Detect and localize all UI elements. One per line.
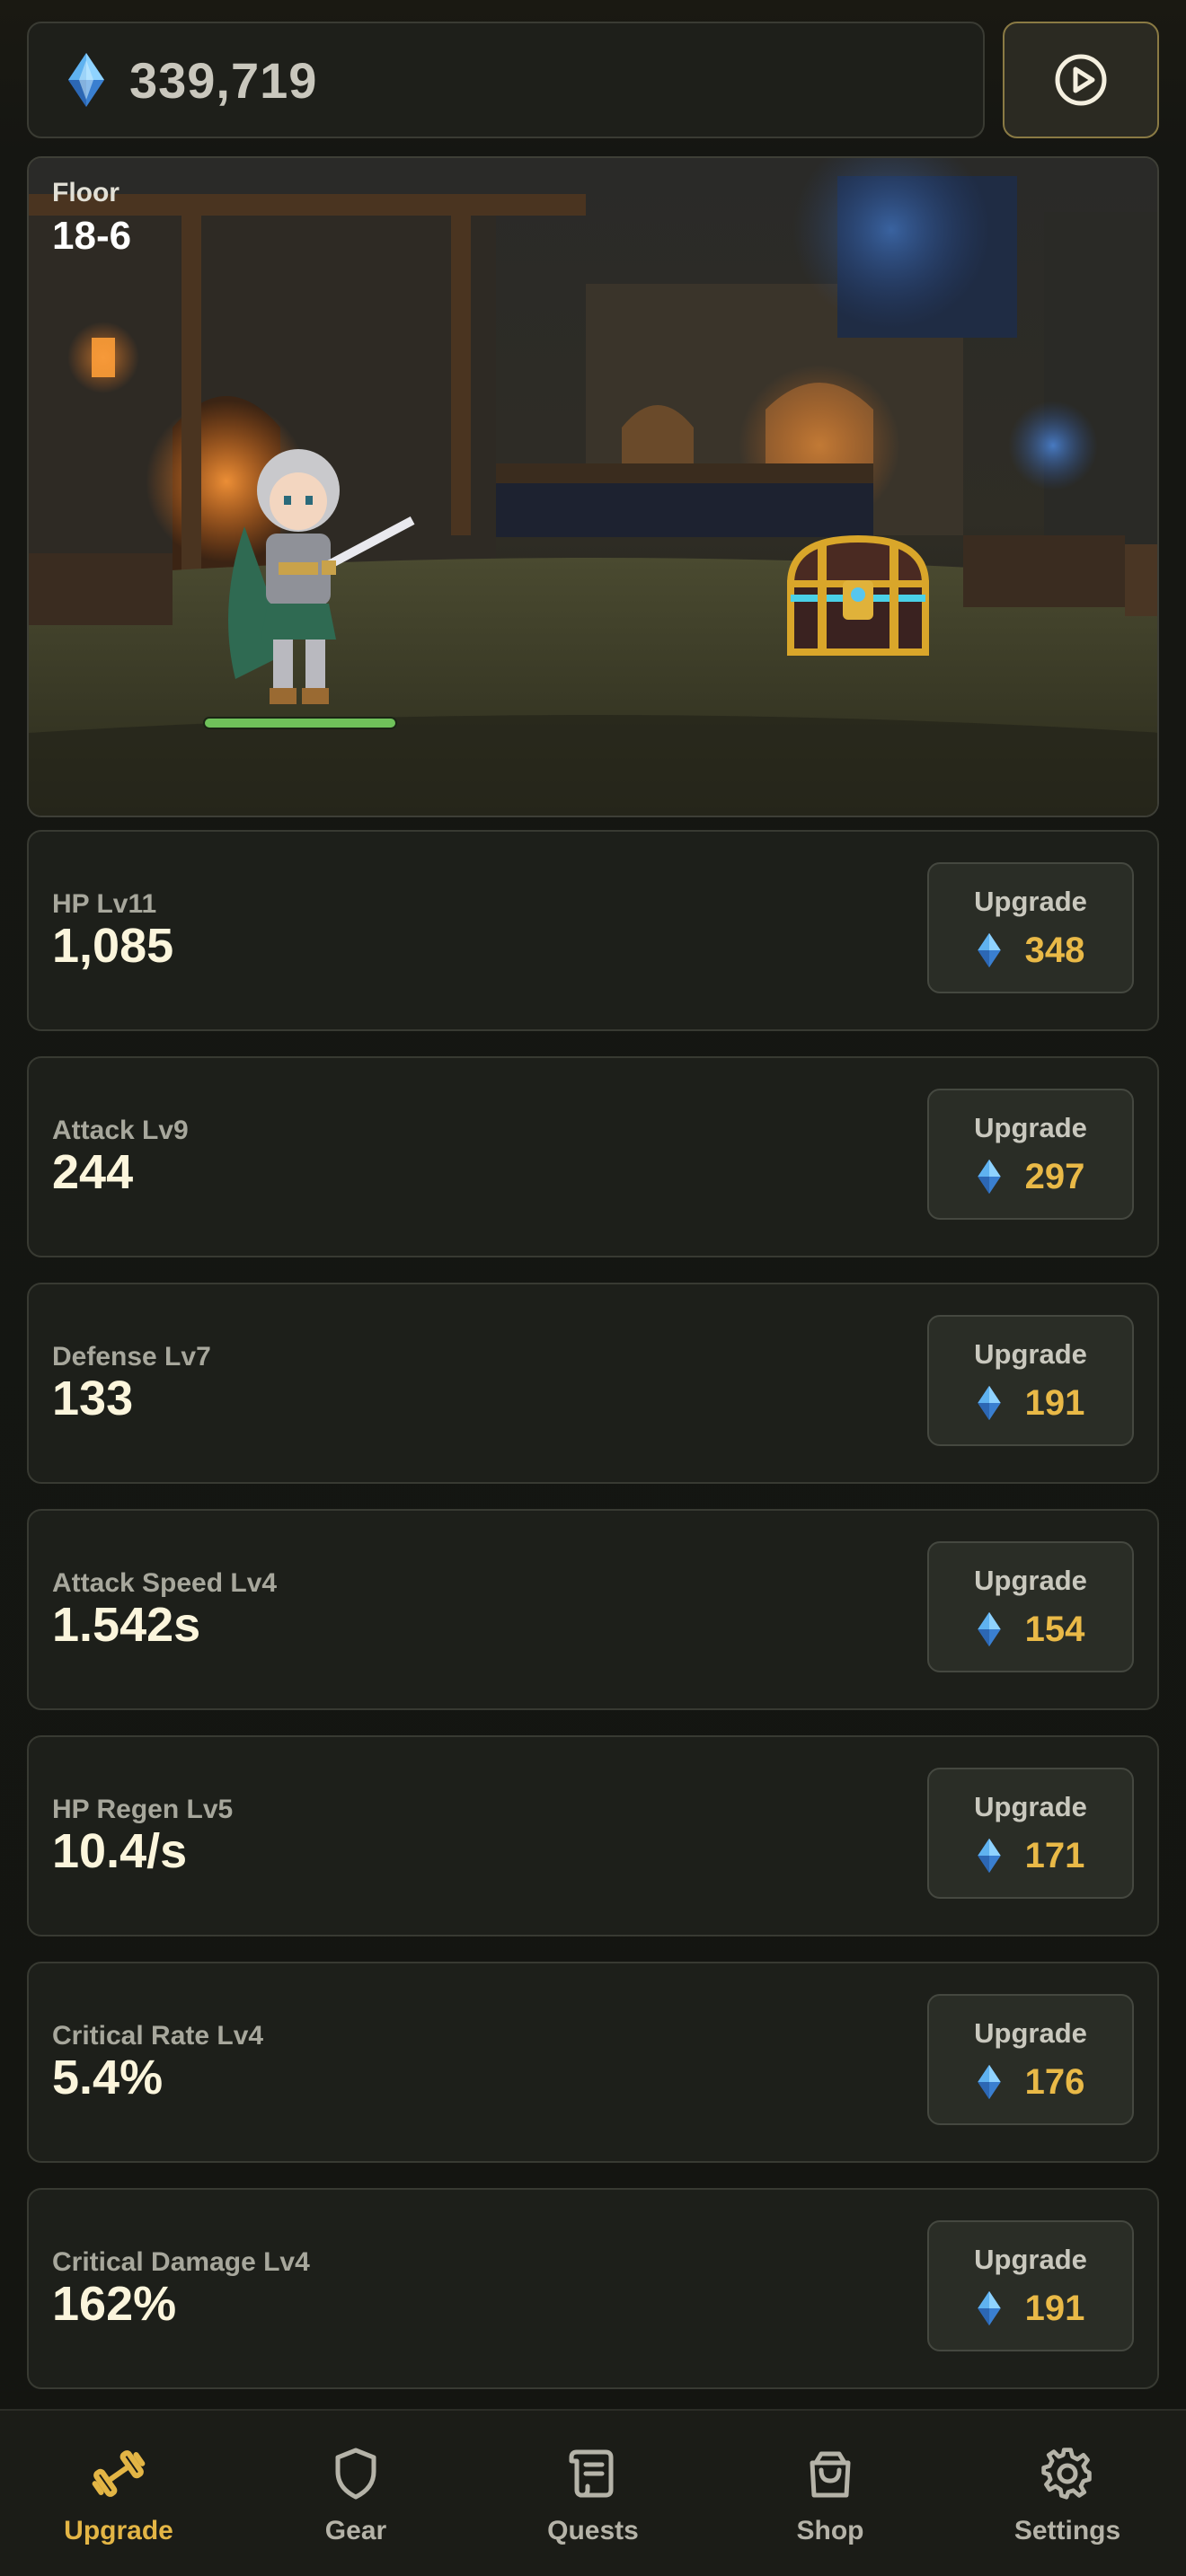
upgrade-cost-value: 348 <box>1024 930 1085 970</box>
stat-name: HP Regen Lv5 <box>52 1795 234 1824</box>
upgrade-button-label: Upgrade <box>974 1111 1087 1143</box>
floor-label: Floor <box>52 178 119 207</box>
currency-amount: 339,719 <box>129 51 318 109</box>
upgrade-button-label: Upgrade <box>974 1790 1087 1822</box>
game-screen: 339,719 Floor 18-6 HP Lv11 1,085 Upgrade… <box>0 0 1186 2576</box>
treasure-chest <box>787 534 929 656</box>
nav-item-settings[interactable]: Settings <box>949 2411 1186 2576</box>
currency-display: 339,719 <box>27 22 985 138</box>
upgrade-list: HP Lv11 1,085 Upgrade 348 Attack Lv9 244… <box>27 830 1159 2414</box>
nav-item-label: Upgrade <box>64 2516 173 2545</box>
upgrade-button[interactable]: Upgrade 154 <box>927 1541 1134 1672</box>
hero-character <box>228 449 415 704</box>
shopping-bag-icon <box>801 2445 859 2507</box>
bottom-nav: Upgrade Gear Quests Shop Settings <box>0 2409 1186 2576</box>
upgrade-button[interactable]: Upgrade 176 <box>927 1994 1134 2125</box>
upgrade-row: Critical Damage Lv4 162% Upgrade 191 <box>27 2188 1159 2389</box>
nav-item-label: Gear <box>324 2516 387 2545</box>
upgrade-cost-value: 191 <box>1024 2288 1085 2328</box>
gem-icon <box>977 1611 1001 1647</box>
dumbbell-icon <box>90 2445 147 2507</box>
stat-name: Attack Speed Lv4 <box>52 1568 278 1598</box>
upgrade-button[interactable]: Upgrade 348 <box>927 862 1134 993</box>
nav-item-label: Settings <box>1013 2516 1121 2545</box>
play-circle-icon <box>1055 54 1107 106</box>
gem-icon <box>977 2290 1001 2326</box>
upgrade-button[interactable]: Upgrade 171 <box>927 1768 1134 1899</box>
nav-item-shop[interactable]: Shop <box>712 2411 949 2576</box>
stat-value: 1.542s <box>52 1598 201 1652</box>
upgrade-row: Attack Lv9 244 Upgrade 297 <box>27 1056 1159 1257</box>
hero-hp-bar-fill <box>205 719 395 728</box>
gem-icon <box>977 1159 1001 1195</box>
play-button[interactable] <box>1003 22 1159 138</box>
upgrade-cost-value: 154 <box>1024 1609 1085 1649</box>
stat-value: 10.4/s <box>52 1824 188 1878</box>
stat-value: 1,085 <box>52 919 174 973</box>
nav-item-label: Shop <box>796 2516 864 2545</box>
upgrade-row: Attack Speed Lv4 1.542s Upgrade 154 <box>27 1509 1159 1710</box>
gear-icon <box>1039 2445 1096 2507</box>
upgrade-button[interactable]: Upgrade 297 <box>927 1089 1134 1220</box>
upgrade-cost-value: 191 <box>1024 1382 1085 1423</box>
upgrade-button-label: Upgrade <box>974 1337 1087 1370</box>
upgrade-cost-value: 171 <box>1024 1835 1085 1875</box>
upgrade-button-label: Upgrade <box>974 1564 1087 1596</box>
scroll-icon <box>564 2445 622 2507</box>
stat-value: 5.4% <box>52 2051 164 2104</box>
gem-icon <box>977 932 1001 968</box>
upgrade-row: Defense Lv7 133 Upgrade 191 <box>27 1283 1159 1484</box>
stat-name: Attack Lv9 <box>52 1116 189 1145</box>
nav-item-quests[interactable]: Quests <box>474 2411 712 2576</box>
upgrade-button-label: Upgrade <box>974 2016 1087 2049</box>
upgrade-button[interactable]: Upgrade 191 <box>927 1315 1134 1446</box>
stat-value: 244 <box>52 1145 134 1199</box>
upgrade-row: Critical Rate Lv4 5.4% Upgrade 176 <box>27 1962 1159 2163</box>
stat-name: Critical Damage Lv4 <box>52 2247 310 2277</box>
gem-icon <box>977 2064 1001 2100</box>
stat-value: 133 <box>52 1372 134 1425</box>
stat-name: Defense Lv7 <box>52 1342 211 1372</box>
upgrade-cost: 348 <box>977 930 1085 971</box>
upgrade-button-label: Upgrade <box>974 885 1087 917</box>
upgrade-cost: 191 <box>977 2288 1085 2329</box>
upgrade-cost-value: 297 <box>1024 1156 1085 1196</box>
upgrade-cost: 154 <box>977 1609 1085 1650</box>
upgrade-row: HP Regen Lv5 10.4/s Upgrade 171 <box>27 1735 1159 1936</box>
gem-icon <box>68 53 104 107</box>
shield-icon <box>327 2445 385 2507</box>
stat-value: 162% <box>52 2277 177 2331</box>
hero-hp-bar <box>203 717 397 729</box>
battle-scene: Floor 18-6 <box>27 156 1159 817</box>
upgrade-button[interactable]: Upgrade 191 <box>927 2220 1134 2351</box>
nav-item-upgrade[interactable]: Upgrade <box>0 2411 237 2576</box>
upgrade-cost-value: 176 <box>1024 2061 1085 2102</box>
upgrade-cost: 191 <box>977 1382 1085 1424</box>
upgrade-row: HP Lv11 1,085 Upgrade 348 <box>27 830 1159 1031</box>
gem-icon <box>977 1385 1001 1421</box>
stat-name: HP Lv11 <box>52 889 157 919</box>
upgrade-cost: 297 <box>977 1156 1085 1197</box>
floor-value: 18-6 <box>52 214 132 258</box>
upgrade-button-label: Upgrade <box>974 2243 1087 2275</box>
upgrade-cost: 176 <box>977 2061 1085 2103</box>
upgrade-cost: 171 <box>977 1835 1085 1876</box>
gem-icon <box>977 1838 1001 1874</box>
stat-name: Critical Rate Lv4 <box>52 2021 264 2051</box>
nav-item-gear[interactable]: Gear <box>237 2411 474 2576</box>
nav-item-label: Quests <box>547 2516 639 2545</box>
